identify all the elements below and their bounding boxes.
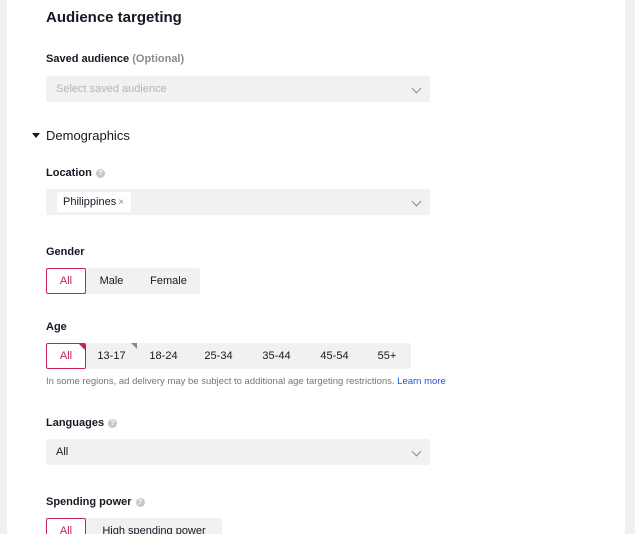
gender-option-female[interactable]: Female (137, 268, 200, 294)
demographics-toggle[interactable]: Demographics (32, 128, 130, 143)
question-circle-icon[interactable]: ? (108, 419, 118, 428)
age-option-label: 55+ (377, 350, 397, 362)
chevron-down-icon (411, 446, 422, 457)
location-label: Location? (46, 167, 105, 179)
optional-tag: (Optional) (132, 53, 185, 65)
spending-power-label-text: Spending power (46, 496, 132, 508)
audience-targeting-panel: Audience targeting Saved audience (Optio… (7, 0, 625, 534)
caret-down-icon (32, 133, 40, 138)
age-option-label: 18-24 (149, 350, 178, 362)
section-title: Audience targeting (46, 9, 182, 26)
gender-option-all[interactable]: All (46, 268, 86, 294)
saved-audience-select[interactable]: Select saved audience (46, 76, 430, 102)
age-option-label: 35-44 (262, 350, 291, 362)
age-label: Age (46, 321, 67, 333)
chevron-down-icon (411, 83, 422, 94)
gender-segmented-control: All Male Female (46, 268, 200, 294)
remove-chip-icon[interactable]: × (118, 197, 124, 208)
age-note-text: In some regions, ad delivery may be subj… (46, 376, 395, 387)
spending-option-all[interactable]: All (46, 518, 86, 534)
age-option-13-17[interactable]: 13-17 (86, 343, 137, 369)
age-option-45-54[interactable]: 45-54 (306, 343, 363, 369)
corner-marker-icon (79, 344, 85, 350)
question-circle-icon[interactable]: ? (135, 498, 145, 507)
gender-option-male[interactable]: Male (86, 268, 137, 294)
location-chip: Philippines × (57, 192, 132, 212)
languages-value: All (56, 446, 69, 458)
question-circle-icon[interactable]: ? (95, 169, 105, 178)
saved-audience-label: Saved audience (Optional) (46, 53, 184, 65)
learn-more-link[interactable]: Learn more (397, 376, 446, 387)
location-select[interactable]: Philippines × (46, 189, 430, 215)
age-option-all[interactable]: All (46, 343, 86, 369)
location-label-text: Location (46, 167, 92, 179)
age-option-35-44[interactable]: 35-44 (247, 343, 306, 369)
languages-label-text: Languages (46, 417, 105, 429)
chevron-down-icon (411, 196, 422, 207)
spending-option-high[interactable]: High spending power (86, 518, 222, 534)
saved-audience-placeholder: Select saved audience (56, 83, 167, 95)
age-option-label: 13-17 (97, 350, 126, 362)
demographics-title: Demographics (46, 128, 130, 143)
age-restriction-note: In some regions, ad delivery may be subj… (46, 376, 446, 387)
age-option-55-plus[interactable]: 55+ (363, 343, 411, 369)
saved-audience-label-text: Saved audience (46, 53, 130, 65)
age-option-label: All (59, 350, 73, 362)
gender-label: Gender (46, 246, 85, 258)
age-option-18-24[interactable]: 18-24 (137, 343, 190, 369)
age-option-25-34[interactable]: 25-34 (190, 343, 247, 369)
spending-power-label: Spending power? (46, 496, 145, 508)
age-option-label: 45-54 (320, 350, 349, 362)
age-option-label: 25-34 (204, 350, 233, 362)
languages-select[interactable]: All (46, 439, 430, 465)
spending-power-segmented-control: All High spending power (46, 518, 222, 534)
location-chip-label: Philippines (63, 196, 117, 208)
age-segmented-control: All 13-17 18-24 25-34 35-44 45-54 55+ (46, 343, 411, 369)
languages-label: Languages? (46, 417, 118, 429)
